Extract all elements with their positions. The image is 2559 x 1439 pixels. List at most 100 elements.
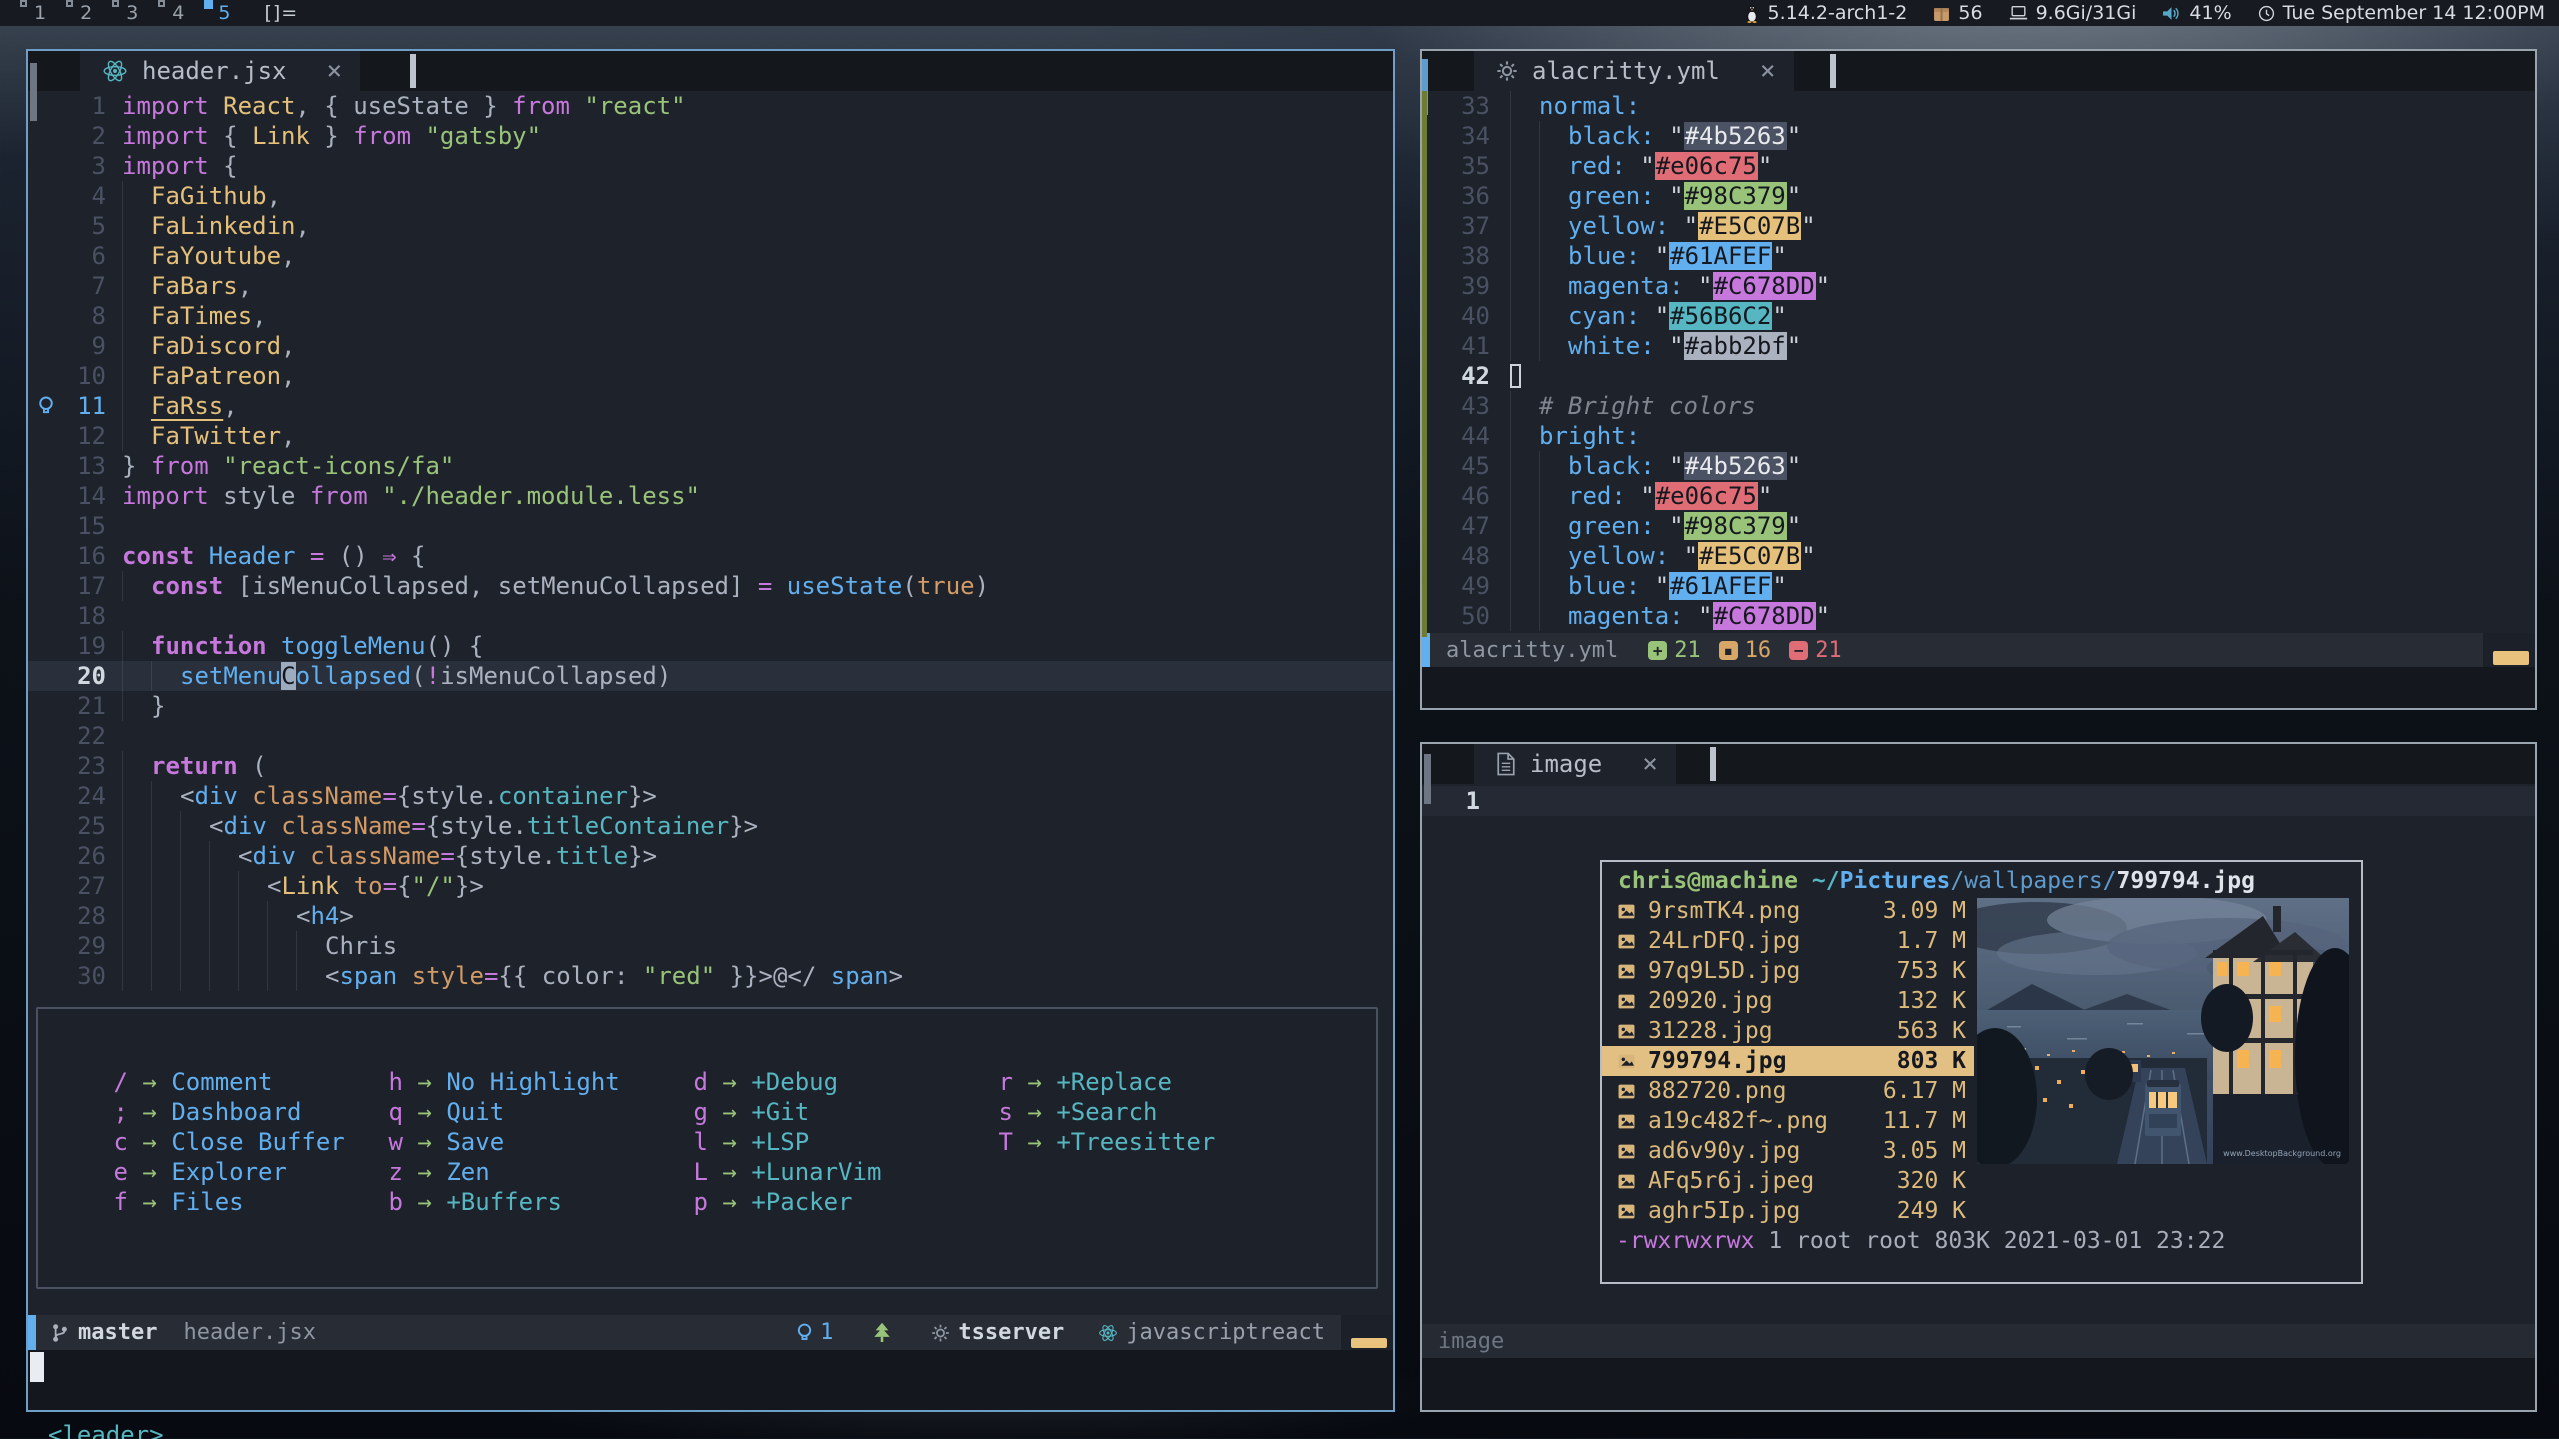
code-line-45[interactable]: 45black: "#4b5263" (1422, 451, 2535, 481)
code-line-18[interactable]: 18 (28, 601, 1393, 631)
whichkey-entry-/[interactable]: / → Comment (112, 1067, 345, 1097)
code-line-2[interactable]: 2import { Link } from "gatsby" (28, 121, 1393, 151)
workspace-3[interactable]: 3 (112, 2, 138, 24)
code-line-3[interactable]: 3import { (28, 151, 1393, 181)
code-line-47[interactable]: 47green: "#98C379" (1422, 511, 2535, 541)
close-icon[interactable]: × (1760, 56, 1776, 86)
workspace-5[interactable]: 5 (204, 2, 230, 24)
whichkey-entry-q[interactable]: q → Quit (387, 1097, 620, 1127)
code-line-48[interactable]: 48yellow: "#E5C07B" (1422, 541, 2535, 571)
code-area[interactable]: 1import React, { useState } from "react"… (28, 91, 1393, 991)
code-line-40[interactable]: 40cyan: "#56B6C2" (1422, 301, 2535, 331)
line-number: 26 (28, 841, 122, 871)
whichkey-entry-w[interactable]: w → Save (387, 1127, 620, 1157)
file-row[interactable]: aghr5Ip.jpg249 K (1602, 1196, 1974, 1226)
code-line-8[interactable]: 8FaTimes, (28, 301, 1393, 331)
whichkey-entry-T[interactable]: T → +Treesitter (997, 1127, 1215, 1157)
workspace-2[interactable]: 2 (66, 2, 92, 24)
code-line-4[interactable]: 4FaGithub, (28, 181, 1393, 211)
code-line-34[interactable]: 34black: "#4b5263" (1422, 121, 2535, 151)
code-line-21[interactable]: 21} (28, 691, 1393, 721)
whichkey-entry-c[interactable]: c → Close Buffer (112, 1127, 345, 1157)
code-line-42[interactable]: 42 (1422, 361, 2535, 391)
code-line-1[interactable]: 1import React, { useState } from "react" (28, 91, 1393, 121)
file-row[interactable]: ad6v90y.jpg3.05 M (1602, 1136, 1974, 1166)
code-line-22[interactable]: 22 (28, 721, 1393, 751)
workspace-1[interactable]: 1 (20, 2, 46, 24)
tabline-cursor (410, 54, 416, 88)
whichkey-entry-L[interactable]: L → +LunarVim (692, 1157, 881, 1187)
scroll-indicator[interactable] (1424, 754, 1431, 804)
file-row[interactable]: 97q9L5D.jpg753 K (1602, 956, 1974, 986)
code-line-9[interactable]: 9FaDiscord, (28, 331, 1393, 361)
code-line-26[interactable]: 26<div className={style.title}> (28, 841, 1393, 871)
code-line-5[interactable]: 5FaLinkedin, (28, 211, 1393, 241)
whichkey-entry-f[interactable]: f → Files (112, 1187, 345, 1217)
code-area[interactable]: 33normal:34black: "#4b5263"35red: "#e06c… (1422, 91, 2535, 631)
code-line-41[interactable]: 41white: "#abb2bf" (1422, 331, 2535, 361)
whichkey-entry-p[interactable]: p → +Packer (692, 1187, 881, 1217)
code-line-19[interactable]: 19function toggleMenu() { (28, 631, 1393, 661)
code-line-43[interactable]: 43# Bright colors (1422, 391, 2535, 421)
code-line-35[interactable]: 35red: "#e06c75" (1422, 151, 2535, 181)
tab-header-jsx[interactable]: header.jsx × (80, 51, 360, 91)
file-row[interactable]: 24LrDFQ.jpg1.7 M (1602, 926, 1974, 956)
line-number: 24 (28, 781, 122, 811)
close-icon[interactable]: × (1642, 749, 1658, 779)
code-line-13[interactable]: 13} from "react-icons/fa" (28, 451, 1393, 481)
whichkey-entry-h[interactable]: h → No Highlight (387, 1067, 620, 1097)
scroll-indicator[interactable] (30, 63, 37, 121)
file-row[interactable]: AFq5r6j.jpeg320 K (1602, 1166, 1974, 1196)
file-row[interactable]: 9rsmTK4.png3.09 M (1602, 896, 1974, 926)
file-row[interactable]: 20920.jpg132 K (1602, 986, 1974, 1016)
whichkey-entry-e[interactable]: e → Explorer (112, 1157, 345, 1187)
code-line-49[interactable]: 49blue: "#61AFEF" (1422, 571, 2535, 601)
code-line-29[interactable]: 29Chris (28, 931, 1393, 961)
code-line-15[interactable]: 15 (28, 511, 1393, 541)
whichkey-entry-l[interactable]: l → +LSP (692, 1127, 881, 1157)
code-line-39[interactable]: 39magenta: "#C678DD" (1422, 271, 2535, 301)
code-line-33[interactable]: 33normal: (1422, 91, 2535, 121)
whichkey-entry-b[interactable]: b → +Buffers (387, 1187, 620, 1217)
code-line-11[interactable]: 11FaRss, (28, 391, 1393, 421)
code-line-36[interactable]: 36green: "#98C379" (1422, 181, 2535, 211)
tab-image[interactable]: image × (1474, 744, 1676, 784)
file-name: 799794.jpg (1648, 1046, 1854, 1076)
code-line-14[interactable]: 14import style from "./header.module.les… (28, 481, 1393, 511)
file-row-selected[interactable]: 799794.jpg803 K (1602, 1046, 1974, 1076)
close-icon[interactable]: × (327, 56, 343, 86)
code-line-17[interactable]: 17const [isMenuCollapsed, setMenuCollaps… (28, 571, 1393, 601)
token: div (194, 782, 237, 810)
code-line-28[interactable]: 28<h4> (28, 901, 1393, 931)
code-line-6[interactable]: 6FaYoutube, (28, 241, 1393, 271)
code-line-20[interactable]: 20setMenuCollapsed(!isMenuCollapsed) (28, 661, 1393, 691)
file-row[interactable]: 882720.png6.17 M (1602, 1076, 1974, 1106)
code-text: import { (122, 151, 1393, 181)
whichkey-entry-r[interactable]: r → +Replace (997, 1067, 1215, 1097)
code-line-12[interactable]: 12FaTwitter, (28, 421, 1393, 451)
tab-alacritty-yml[interactable]: alacritty.yml × (1474, 51, 1794, 91)
code-line-30[interactable]: 30<span style={{ color: "red" }}>@</ spa… (28, 961, 1393, 991)
code-action-lightbulb-icon[interactable] (36, 395, 56, 417)
code-line-38[interactable]: 38blue: "#61AFEF" (1422, 241, 2535, 271)
buffer-line-1[interactable]: 1 (1422, 786, 2535, 816)
workspace-4[interactable]: 4 (158, 2, 184, 24)
code-line-10[interactable]: 10FaPatreon, (28, 361, 1393, 391)
code-line-23[interactable]: 23return ( (28, 751, 1393, 781)
code-line-37[interactable]: 37yellow: "#E5C07B" (1422, 211, 2535, 241)
code-line-50[interactable]: 50magenta: "#C678DD" (1422, 601, 2535, 631)
whichkey-entry-s[interactable]: s → +Search (997, 1097, 1215, 1127)
code-line-27[interactable]: 27<Link to={"/"}> (28, 871, 1393, 901)
whichkey-entry-;[interactable]: ; → Dashboard (112, 1097, 345, 1127)
file-row[interactable]: 31228.jpg563 K (1602, 1016, 1974, 1046)
code-line-44[interactable]: 44bright: (1422, 421, 2535, 451)
code-line-46[interactable]: 46red: "#e06c75" (1422, 481, 2535, 511)
code-line-25[interactable]: 25<div className={style.titleContainer}> (28, 811, 1393, 841)
code-line-24[interactable]: 24<div className={style.container}> (28, 781, 1393, 811)
whichkey-entry-z[interactable]: z → Zen (387, 1157, 620, 1187)
code-line-7[interactable]: 7FaBars, (28, 271, 1393, 301)
whichkey-entry-d[interactable]: d → +Debug (692, 1067, 881, 1097)
code-line-16[interactable]: 16const Header = () ⇒ { (28, 541, 1393, 571)
whichkey-entry-g[interactable]: g → +Git (692, 1097, 881, 1127)
file-row[interactable]: a19c482f~.png11.7 M (1602, 1106, 1974, 1136)
